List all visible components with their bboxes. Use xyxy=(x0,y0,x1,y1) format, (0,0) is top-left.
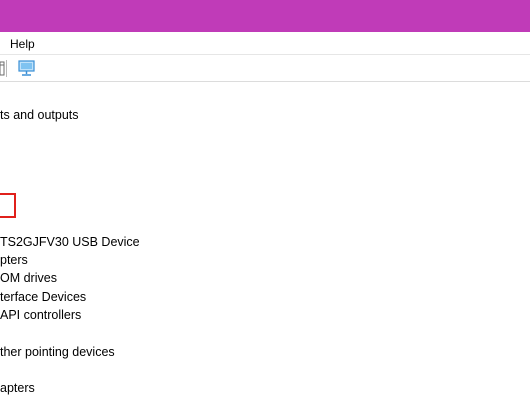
tree-item-ide-ata-atapi-controllers[interactable]: API controllers xyxy=(0,306,300,324)
device-tree: ts and outputs TS2GJFV30 USB Device pter… xyxy=(0,82,530,396)
tree-item-dvd-cd-rom-drives[interactable]: OM drives xyxy=(0,269,300,287)
highlight-box xyxy=(0,193,16,218)
tree-item-human-interface-devices[interactable]: terface Devices xyxy=(0,288,300,306)
tree-item-audio-inputs-outputs[interactable]: ts and outputs xyxy=(0,106,300,124)
toolbar-separator xyxy=(6,60,7,77)
tree-item-network-adapters[interactable]: apters xyxy=(0,379,300,397)
tree-item-mice-pointing-devices[interactable]: ther pointing devices xyxy=(0,343,300,361)
tree-item-usb-device[interactable]: TS2GJFV30 USB Device xyxy=(0,233,300,251)
window-titlebar[interactable] xyxy=(0,0,530,32)
menu-bar: Help xyxy=(0,32,530,55)
toolbar xyxy=(0,55,530,82)
tree-item-display-adapters[interactable]: pters xyxy=(0,251,300,269)
menu-help[interactable]: Help xyxy=(10,37,35,51)
properties-icon[interactable] xyxy=(0,61,5,76)
scan-hardware-icon[interactable] xyxy=(17,59,37,78)
